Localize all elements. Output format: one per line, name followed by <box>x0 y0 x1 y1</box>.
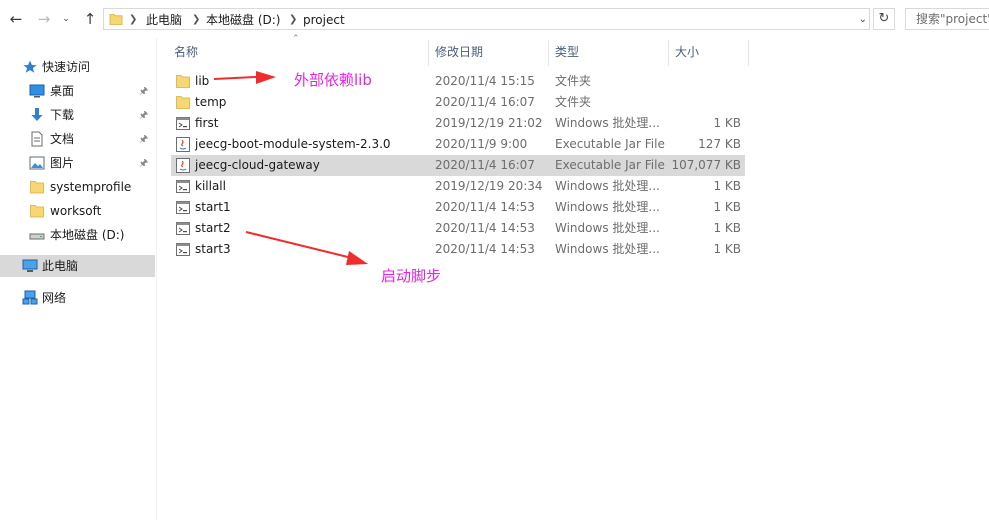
arrow-to-lib <box>213 71 276 84</box>
annotation-lib-dependency: 外部依赖lib <box>294 71 372 89</box>
arrow-to-start-scripts <box>245 231 368 265</box>
annotation-layer <box>213 71 368 265</box>
annotation-start-scripts: 启动脚步 <box>381 267 442 285</box>
